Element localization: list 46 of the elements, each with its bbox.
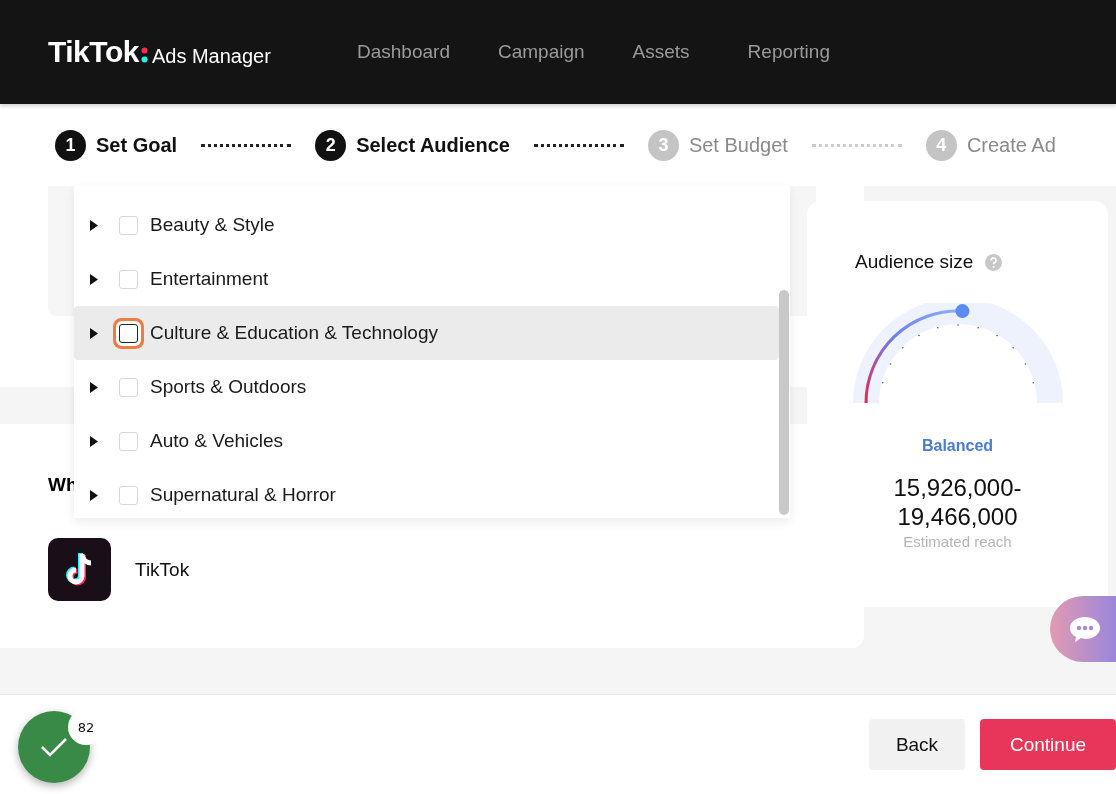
step-number: 2: [315, 129, 347, 161]
option-label: Auto & Vehicles: [150, 430, 284, 452]
chat-icon: [1068, 615, 1102, 643]
help-icon[interactable]: [985, 253, 1003, 271]
option-label: Entertainment: [150, 268, 269, 290]
caret-icon[interactable]: [90, 489, 98, 501]
step-label: Set Budget: [688, 133, 788, 157]
category-option[interactable]: Beauty & Style: [74, 198, 779, 252]
step-label: Create Ad: [966, 133, 1056, 157]
option-label: Sports & Outdoors: [150, 376, 307, 398]
logo-text: TikTok: [48, 37, 139, 67]
scrollbar-thumb[interactable]: [779, 290, 789, 515]
app-logo-icon: [48, 538, 111, 601]
category-option[interactable]: Entertainment: [74, 252, 779, 306]
step-label: Set Goal: [96, 133, 178, 157]
app-name: TikTok: [135, 558, 190, 581]
category-option[interactable]: Auto & Vehicles: [74, 414, 779, 468]
chat-button[interactable]: [1050, 596, 1116, 662]
nav-link[interactable]: Dashboard: [357, 41, 450, 63]
audience-size-label: Audience size: [855, 251, 974, 273]
caret-icon[interactable]: [90, 435, 98, 447]
category-option[interactable]: Supernatural & Horror: [74, 468, 779, 522]
reach-caption: Estimated reach: [903, 533, 1012, 550]
checkmark-icon: [39, 736, 69, 758]
option-label: Culture & Education & Technology: [150, 322, 438, 344]
audience-status: Balanced: [921, 437, 994, 455]
nav-link[interactable]: Assets: [632, 41, 690, 63]
product-name: Ads Manager: [151, 45, 271, 67]
step-number: 3: [647, 129, 679, 161]
caret-icon[interactable]: [90, 219, 98, 231]
caret-icon[interactable]: [90, 273, 98, 285]
category-option[interactable]: Culture & Education & Technology: [74, 306, 779, 360]
back-button[interactable]: Back: [869, 719, 965, 770]
caret-icon[interactable]: [90, 327, 98, 339]
step-number: 4: [925, 129, 957, 161]
option-label: Supernatural & Horror: [150, 484, 336, 506]
option-label: Beauty & Style: [150, 214, 275, 236]
category-option[interactable]: Sports & Outdoors: [74, 360, 779, 414]
continue-button[interactable]: Continue: [980, 719, 1116, 770]
reach-range: 15,926,000- 19,466,000: [893, 473, 1022, 531]
nav-link[interactable]: Reporting: [747, 41, 830, 63]
caret-icon[interactable]: [90, 381, 98, 393]
nav-link[interactable]: Campaign: [497, 41, 585, 63]
step-number: 1: [55, 129, 86, 161]
step-label: Select Audience: [356, 133, 510, 157]
logo-dots-icon: [140, 47, 148, 63]
